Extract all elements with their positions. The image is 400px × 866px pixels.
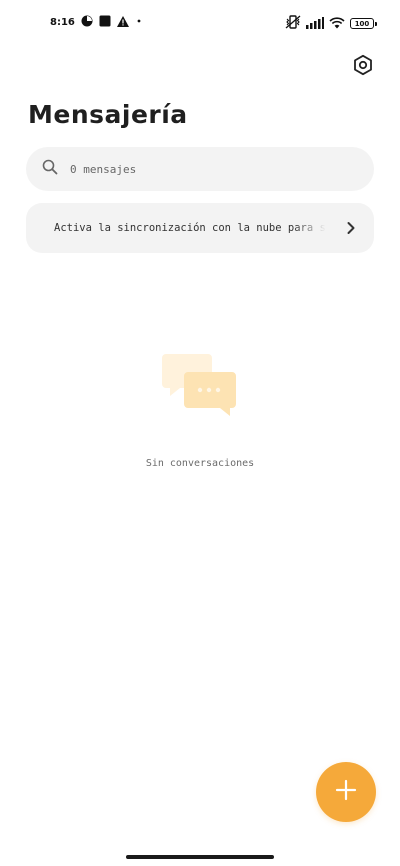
- search-bar[interactable]: [26, 147, 374, 191]
- warning-icon: [116, 15, 129, 30]
- dot-icon: [135, 17, 143, 28]
- search-input[interactable]: [68, 161, 332, 177]
- status-bar: 8:16 100: [0, 0, 400, 44]
- signal-icon: [306, 14, 324, 33]
- chevron-right-icon: [346, 221, 356, 235]
- vibrate-icon: [285, 14, 301, 33]
- status-bar-right: 100: [285, 14, 377, 33]
- data-saver-icon: [81, 15, 93, 30]
- settings-button[interactable]: [352, 54, 374, 80]
- cloud-sync-text: Activa la sincronización con la nube par…: [54, 222, 326, 234]
- settings-hexagon-icon: [352, 54, 374, 80]
- home-indicator[interactable]: [126, 855, 274, 859]
- status-time: 8:16: [50, 17, 75, 28]
- chat-bubbles-icon: [162, 352, 240, 418]
- app-square-icon: [99, 15, 111, 30]
- empty-state-text: Sin conversaciones: [145, 458, 255, 469]
- status-bar-left: 8:16: [50, 15, 143, 30]
- search-icon: [42, 159, 58, 179]
- cloud-sync-banner[interactable]: Activa la sincronización con la nube par…: [26, 203, 374, 253]
- battery-icon: 100: [350, 18, 377, 29]
- page-title: Mensajería: [28, 100, 188, 129]
- new-conversation-button[interactable]: [316, 762, 376, 822]
- wifi-icon: [329, 14, 345, 33]
- plus-icon: [335, 779, 357, 805]
